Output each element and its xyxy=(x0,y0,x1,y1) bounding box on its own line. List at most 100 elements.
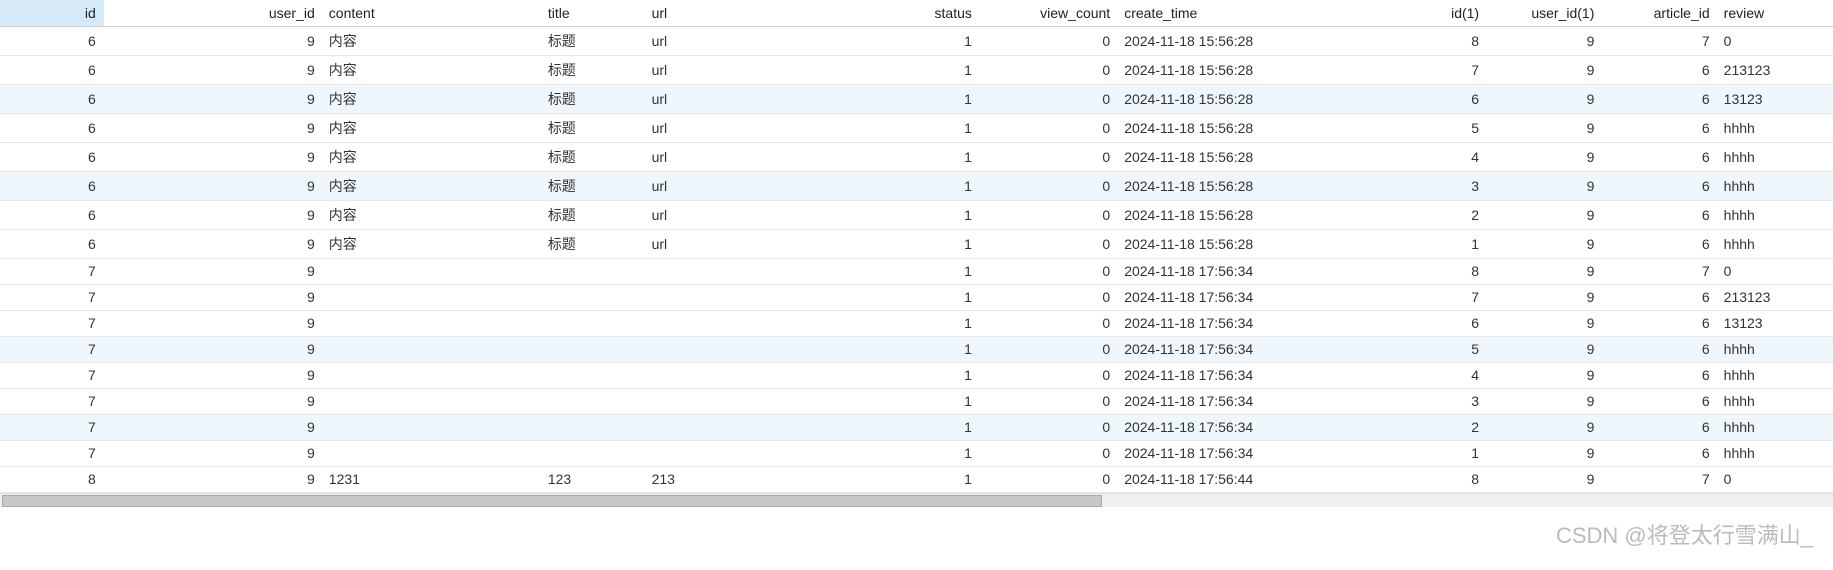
cell-article_id[interactable]: 7 xyxy=(1602,258,1717,284)
cell-url[interactable] xyxy=(646,336,877,362)
cell-article_id[interactable]: 7 xyxy=(1602,466,1717,492)
cell-id[interactable]: 6 xyxy=(0,142,104,171)
table-row[interactable]: 79102024-11-18 17:56:34496hhhh xyxy=(0,362,1833,388)
cell-user_id1[interactable]: 9 xyxy=(1487,362,1602,388)
cell-title[interactable] xyxy=(542,362,646,388)
cell-id[interactable]: 7 xyxy=(0,388,104,414)
cell-content[interactable] xyxy=(323,336,542,362)
column-header-review[interactable]: review xyxy=(1718,0,1833,26)
cell-content[interactable] xyxy=(323,362,542,388)
cell-create_time[interactable]: 2024-11-18 17:56:34 xyxy=(1118,258,1349,284)
cell-review[interactable]: hhhh xyxy=(1718,142,1833,171)
cell-content[interactable]: 内容 xyxy=(323,200,542,229)
table-row[interactable]: 79102024-11-18 17:56:34396hhhh xyxy=(0,388,1833,414)
cell-id[interactable]: 6 xyxy=(0,171,104,200)
cell-status[interactable]: 1 xyxy=(876,362,980,388)
cell-review[interactable]: hhhh xyxy=(1718,362,1833,388)
cell-user_id1[interactable]: 9 xyxy=(1487,466,1602,492)
cell-user_id[interactable]: 9 xyxy=(104,388,323,414)
cell-id[interactable]: 6 xyxy=(0,84,104,113)
cell-article_id[interactable]: 6 xyxy=(1602,55,1717,84)
column-header-view_count[interactable]: view_count xyxy=(980,0,1118,26)
cell-status[interactable]: 1 xyxy=(876,55,980,84)
horizontal-scrollbar[interactable] xyxy=(0,493,1833,507)
cell-title[interactable]: 标题 xyxy=(542,26,646,55)
cell-status[interactable]: 1 xyxy=(876,113,980,142)
cell-id[interactable]: 8 xyxy=(0,466,104,492)
cell-status[interactable]: 1 xyxy=(876,200,980,229)
cell-status[interactable]: 1 xyxy=(876,171,980,200)
table-row[interactable]: 79102024-11-18 17:56:34196hhhh xyxy=(0,440,1833,466)
cell-review[interactable]: hhhh xyxy=(1718,388,1833,414)
cell-view_count[interactable]: 0 xyxy=(980,55,1118,84)
cell-article_id[interactable]: 6 xyxy=(1602,113,1717,142)
cell-url[interactable] xyxy=(646,414,877,440)
cell-status[interactable]: 1 xyxy=(876,229,980,258)
table-row[interactable]: 79102024-11-18 17:56:34596hhhh xyxy=(0,336,1833,362)
cell-title[interactable] xyxy=(542,388,646,414)
cell-user_id[interactable]: 9 xyxy=(104,171,323,200)
cell-article_id[interactable]: 7 xyxy=(1602,26,1717,55)
cell-id1[interactable]: 2 xyxy=(1349,200,1487,229)
cell-content[interactable]: 内容 xyxy=(323,171,542,200)
cell-article_id[interactable]: 6 xyxy=(1602,229,1717,258)
cell-title[interactable] xyxy=(542,336,646,362)
cell-id[interactable]: 7 xyxy=(0,284,104,310)
column-header-user_id1[interactable]: user_id(1) xyxy=(1487,0,1602,26)
cell-user_id[interactable]: 9 xyxy=(104,440,323,466)
cell-id1[interactable]: 5 xyxy=(1349,113,1487,142)
cell-user_id[interactable]: 9 xyxy=(104,55,323,84)
column-header-id[interactable]: id xyxy=(0,0,104,26)
cell-title[interactable] xyxy=(542,414,646,440)
horizontal-scrollbar-thumb[interactable] xyxy=(2,495,1102,507)
cell-user_id1[interactable]: 9 xyxy=(1487,229,1602,258)
cell-create_time[interactable]: 2024-11-18 15:56:28 xyxy=(1118,113,1349,142)
cell-review[interactable]: 13123 xyxy=(1718,84,1833,113)
cell-review[interactable]: hhhh xyxy=(1718,414,1833,440)
cell-title[interactable]: 标题 xyxy=(542,84,646,113)
cell-user_id[interactable]: 9 xyxy=(104,258,323,284)
cell-content[interactable] xyxy=(323,310,542,336)
cell-article_id[interactable]: 6 xyxy=(1602,200,1717,229)
cell-url[interactable] xyxy=(646,440,877,466)
cell-user_id[interactable]: 9 xyxy=(104,200,323,229)
table-row[interactable]: 69内容标题url102024-11-18 15:56:28796213123 xyxy=(0,55,1833,84)
table-row[interactable]: 69内容标题url102024-11-18 15:56:28596hhhh xyxy=(0,113,1833,142)
cell-url[interactable] xyxy=(646,362,877,388)
cell-create_time[interactable]: 2024-11-18 17:56:34 xyxy=(1118,310,1349,336)
cell-status[interactable]: 1 xyxy=(876,336,980,362)
cell-user_id1[interactable]: 9 xyxy=(1487,336,1602,362)
cell-id[interactable]: 7 xyxy=(0,310,104,336)
cell-review[interactable]: 213123 xyxy=(1718,284,1833,310)
cell-url[interactable]: url xyxy=(646,142,877,171)
cell-id[interactable]: 6 xyxy=(0,229,104,258)
column-header-title[interactable]: title xyxy=(542,0,646,26)
cell-url[interactable]: url xyxy=(646,229,877,258)
cell-view_count[interactable]: 0 xyxy=(980,26,1118,55)
column-header-user_id[interactable]: user_id xyxy=(104,0,323,26)
cell-view_count[interactable]: 0 xyxy=(980,362,1118,388)
cell-view_count[interactable]: 0 xyxy=(980,440,1118,466)
cell-title[interactable] xyxy=(542,440,646,466)
cell-status[interactable]: 1 xyxy=(876,258,980,284)
table-row[interactable]: 79102024-11-18 17:56:3469613123 xyxy=(0,310,1833,336)
cell-view_count[interactable]: 0 xyxy=(980,284,1118,310)
cell-view_count[interactable]: 0 xyxy=(980,466,1118,492)
cell-id1[interactable]: 8 xyxy=(1349,26,1487,55)
cell-view_count[interactable]: 0 xyxy=(980,388,1118,414)
cell-id1[interactable]: 4 xyxy=(1349,142,1487,171)
cell-create_time[interactable]: 2024-11-18 15:56:28 xyxy=(1118,171,1349,200)
cell-review[interactable]: hhhh xyxy=(1718,440,1833,466)
cell-user_id1[interactable]: 9 xyxy=(1487,388,1602,414)
cell-review[interactable]: 0 xyxy=(1718,258,1833,284)
column-header-status[interactable]: status xyxy=(876,0,980,26)
cell-article_id[interactable]: 6 xyxy=(1602,388,1717,414)
cell-view_count[interactable]: 0 xyxy=(980,336,1118,362)
cell-review[interactable]: 0 xyxy=(1718,26,1833,55)
cell-user_id[interactable]: 9 xyxy=(104,26,323,55)
cell-content[interactable]: 1231 xyxy=(323,466,542,492)
cell-create_time[interactable]: 2024-11-18 17:56:34 xyxy=(1118,336,1349,362)
cell-id1[interactable]: 3 xyxy=(1349,171,1487,200)
cell-user_id[interactable]: 9 xyxy=(104,362,323,388)
cell-view_count[interactable]: 0 xyxy=(980,113,1118,142)
